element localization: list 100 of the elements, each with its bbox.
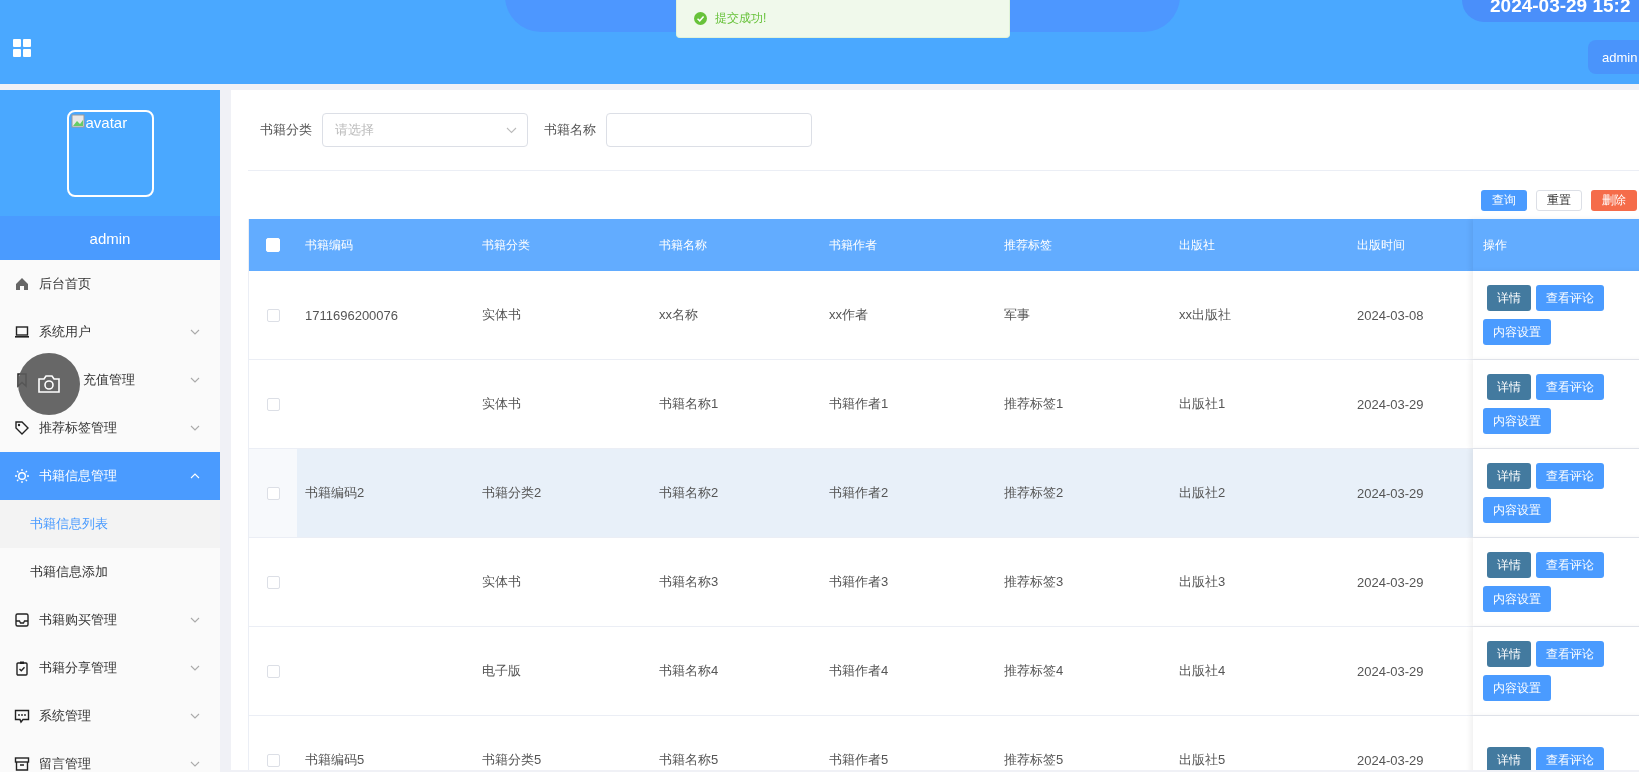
menu-item[interactable]: 书籍购买管理 bbox=[0, 596, 220, 644]
row-checkbox[interactable] bbox=[266, 753, 280, 767]
toast-message: 提交成功! bbox=[715, 10, 767, 27]
username-bar: admin bbox=[0, 216, 220, 260]
user-button[interactable]: admin bbox=[1588, 40, 1639, 74]
table-cell: 实体书 bbox=[482, 574, 521, 589]
delete-button[interactable]: 删除 bbox=[1591, 190, 1637, 211]
menu-item[interactable]: 后台首页 bbox=[0, 260, 220, 308]
menu-icon[interactable] bbox=[12, 38, 32, 58]
comments-button[interactable]: 查看评论 bbox=[1536, 374, 1604, 400]
menu-label: 推荐标签管理 bbox=[39, 419, 118, 437]
menu-label: 书籍购买管理 bbox=[39, 611, 118, 629]
table-row[interactable]: 书籍编码5 书籍分类5 书籍名称5 书籍作者5 推荐标签5 出版社5 2024-03-29 详情 查看评论 bbox=[249, 716, 1639, 770]
content-settings-button[interactable]: 内容设置 bbox=[1483, 586, 1551, 612]
table-cell: 2024-03-29 bbox=[1357, 752, 1424, 768]
table-cell: 书籍作者4 bbox=[829, 663, 889, 678]
details-button[interactable]: 详情 bbox=[1487, 641, 1531, 667]
details-button[interactable]: 详情 bbox=[1487, 374, 1531, 400]
table-row[interactable]: 1711696200076 实体书 xx名称 xx作者 军事 xx出版社 2024-03-08 详情 查看评论 内容设置 bbox=[249, 271, 1639, 360]
menu-item[interactable]: 书籍分享管理 bbox=[0, 644, 220, 692]
table-cell: 出版社4 bbox=[1179, 663, 1226, 678]
menu-item[interactable]: 系统用户 bbox=[0, 308, 220, 356]
chevron-down-icon bbox=[506, 126, 517, 134]
menu-label: 书籍分享管理 bbox=[39, 659, 118, 677]
table-cell: 出版社5 bbox=[1179, 752, 1226, 767]
menu-label: 书籍信息管理 bbox=[39, 467, 118, 485]
menu-item[interactable]: 推荐标签管理 bbox=[0, 404, 220, 452]
menu-label: 留言管理 bbox=[39, 755, 92, 772]
submenu-item[interactable]: 书籍信息列表 bbox=[0, 500, 220, 548]
table-cell: 书籍名称1 bbox=[659, 396, 719, 411]
column-header: 书籍分类 bbox=[481, 236, 531, 254]
comments-button[interactable]: 查看评论 bbox=[1536, 285, 1604, 311]
reset-button[interactable]: 重置 bbox=[1536, 190, 1582, 211]
avatar-alt-text: avatar bbox=[85, 113, 128, 131]
check-icon bbox=[694, 12, 707, 25]
table-cell: 书籍作者1 bbox=[829, 396, 889, 411]
table-cell: 推荐标签4 bbox=[1004, 663, 1064, 678]
column-header: 操作 bbox=[1473, 219, 1639, 271]
details-button[interactable]: 详情 bbox=[1487, 747, 1531, 770]
content-settings-button[interactable]: 内容设置 bbox=[1483, 497, 1551, 523]
comments-button[interactable]: 查看评论 bbox=[1536, 463, 1604, 489]
table-cell: 电子版 bbox=[482, 663, 521, 678]
table-cell: xx出版社 bbox=[1179, 307, 1231, 322]
table-cell: xx名称 bbox=[659, 307, 698, 322]
comments-button[interactable]: 查看评论 bbox=[1536, 747, 1604, 770]
select-all-checkbox[interactable] bbox=[266, 238, 280, 252]
select-placeholder: 请选择 bbox=[335, 121, 374, 139]
table-row[interactable]: 实体书 书籍名称3 书籍作者3 推荐标签3 出版社3 2024-03-29 详情 查看评论 内容设置 bbox=[249, 538, 1639, 627]
inbox-icon bbox=[14, 612, 30, 628]
table-cell: 出版社1 bbox=[1179, 396, 1226, 411]
row-checkbox[interactable] bbox=[266, 664, 280, 678]
comments-button[interactable]: 查看评论 bbox=[1536, 552, 1604, 578]
details-button[interactable]: 详情 bbox=[1487, 552, 1531, 578]
column-header: 书籍编码 bbox=[304, 236, 354, 254]
table-cell: 出版社2 bbox=[1179, 485, 1226, 500]
table-cell: 推荐标签3 bbox=[1004, 574, 1064, 589]
comments-button[interactable]: 查看评论 bbox=[1536, 641, 1604, 667]
column-header: 书籍名称 bbox=[658, 236, 708, 254]
table-cell: 书籍编码5 bbox=[305, 752, 365, 767]
menu-item[interactable]: 书籍信息管理 bbox=[0, 452, 220, 500]
table-row[interactable]: 实体书 书籍名称1 书籍作者1 推荐标签1 出版社1 2024-03-29 详情 查看评论 内容设置 bbox=[249, 360, 1639, 449]
table-cell: 书籍分类2 bbox=[482, 485, 542, 500]
table-cell: 2024-03-29 bbox=[1357, 396, 1424, 412]
row-checkbox[interactable] bbox=[266, 308, 280, 322]
table-cell: 军事 bbox=[1004, 307, 1030, 322]
table-cell: 书籍作者2 bbox=[829, 485, 889, 500]
camera-icon bbox=[37, 374, 61, 394]
content-settings-button[interactable]: 内容设置 bbox=[1483, 319, 1551, 345]
column-header: 推荐标签 bbox=[1003, 236, 1053, 254]
table-cell: 2024-03-29 bbox=[1357, 485, 1424, 501]
table-cell: 书籍名称3 bbox=[659, 574, 719, 589]
menu-label: 充值管理 bbox=[83, 371, 136, 389]
menu-item[interactable]: 留言管理 bbox=[0, 740, 220, 772]
search-button[interactable]: 查询 bbox=[1481, 190, 1527, 211]
table-cell: 实体书 bbox=[482, 396, 521, 411]
table-row[interactable]: 书籍编码2 书籍分类2 书籍名称2 书籍作者2 推荐标签2 出版社2 2024-03-29 详情 查看评论 内容设置 bbox=[249, 449, 1639, 538]
menu-item[interactable]: 系统管理 bbox=[0, 692, 220, 740]
table-cell: 2024-03-29 bbox=[1357, 574, 1424, 590]
filter-label: 书籍分类 bbox=[260, 121, 312, 139]
menu-label: 系统管理 bbox=[39, 707, 92, 725]
row-checkbox[interactable] bbox=[266, 486, 280, 500]
name-input-field[interactable] bbox=[606, 113, 812, 147]
row-checkbox[interactable] bbox=[266, 575, 280, 589]
submenu-item[interactable]: 书籍信息添加 bbox=[0, 548, 220, 596]
table-cell: 书籍分类5 bbox=[482, 752, 542, 767]
table-cell: 书籍作者5 bbox=[829, 752, 889, 767]
table-row[interactable]: 电子版 书籍名称4 书籍作者4 推荐标签4 出版社4 2024-03-29 详情 查看评论 内容设置 bbox=[249, 627, 1639, 716]
table-cell: 书籍作者3 bbox=[829, 574, 889, 589]
details-button[interactable]: 详情 bbox=[1487, 463, 1531, 489]
content-settings-button[interactable]: 内容设置 bbox=[1483, 408, 1551, 434]
table-cell: 推荐标签2 bbox=[1004, 485, 1064, 500]
table-cell: xx作者 bbox=[829, 307, 868, 322]
details-button[interactable]: 详情 bbox=[1487, 285, 1531, 311]
box-icon bbox=[14, 756, 30, 772]
column-header: 出版社 bbox=[1178, 236, 1216, 254]
row-checkbox[interactable] bbox=[266, 397, 280, 411]
table-cell: 出版社3 bbox=[1179, 574, 1226, 589]
content-settings-button[interactable]: 内容设置 bbox=[1483, 675, 1551, 701]
table-cell: 实体书 bbox=[482, 307, 521, 322]
sun-icon bbox=[14, 468, 30, 484]
